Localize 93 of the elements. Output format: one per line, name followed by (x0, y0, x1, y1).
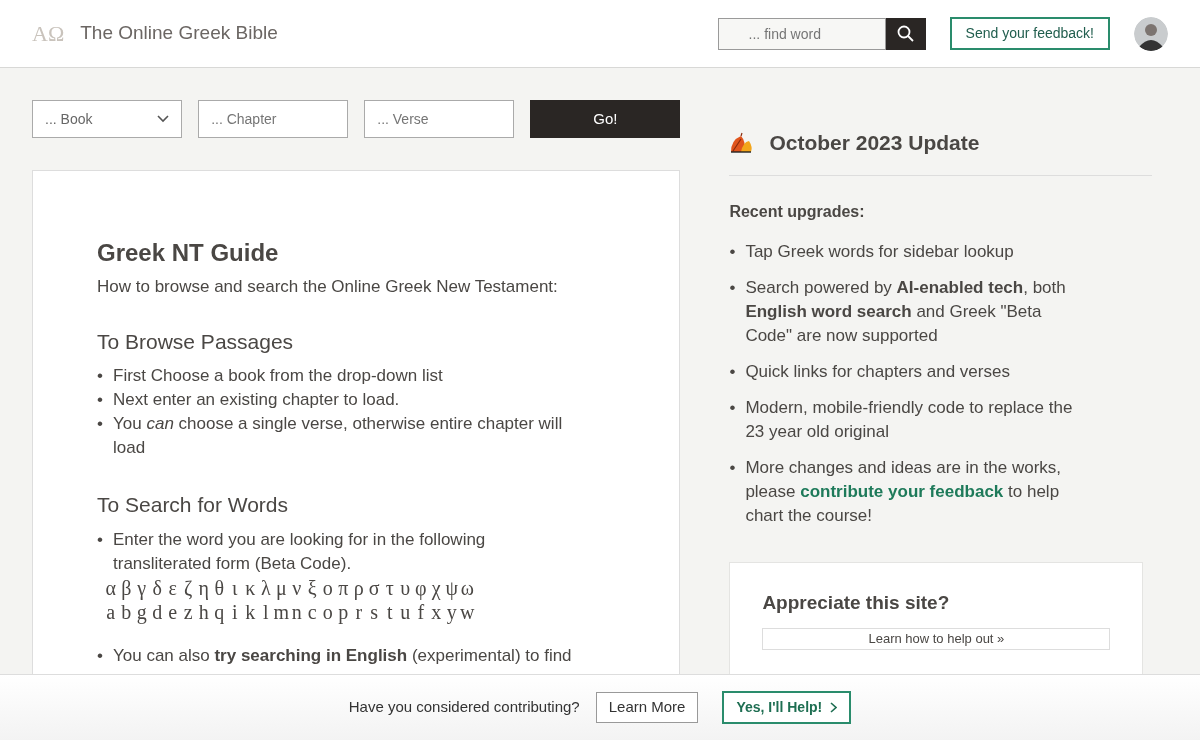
list-item: You can choose a single verse, otherwise entire chapter will load (113, 413, 564, 460)
list-item: Quick links for chapters and verses (745, 361, 1010, 384)
greek-letter: ι (231, 575, 239, 600)
intro-text: How to browse and search the Online Greek New Testament: (97, 275, 559, 298)
section-heading: To Search for Words (97, 492, 290, 518)
greek-letter: δ (151, 575, 163, 600)
greek-letter: π (337, 575, 350, 600)
caret-icon (157, 115, 169, 123)
list-item: Search powered by AI-enabled tech, both English word search and Greek "Beta Code" are now supported (745, 277, 1067, 348)
bullet: • (97, 644, 104, 667)
beta-letter: h (197, 600, 210, 624)
beta-letter: y (445, 600, 458, 624)
beta-letter: i (230, 599, 239, 624)
bullet: • (97, 413, 104, 436)
bullet: • (97, 528, 104, 551)
greek-letter: σ (367, 575, 381, 600)
search-icon (897, 25, 915, 42)
bullet: • (729, 457, 737, 480)
feedback-link[interactable]: contribute your feedback (800, 482, 1004, 502)
list-item: First Choose a book from the drop-down list (113, 365, 443, 388)
bullet: • (729, 241, 737, 264)
greek-letter: ξ (306, 575, 318, 600)
beta-letter: x (430, 600, 443, 624)
feedback-button[interactable]: Send your feedback! (949, 17, 1110, 50)
chevron-icon (830, 702, 838, 713)
beta-letter: o (321, 599, 334, 624)
greek-letter: μ (274, 575, 288, 600)
beta-letter: z (182, 599, 194, 624)
section-label: Recent upgrades: (729, 202, 866, 223)
greek-letter: ν (291, 575, 303, 600)
beta-letter: d (151, 599, 164, 624)
chapter-field[interactable]: ... Chapter (198, 100, 349, 138)
site-title[interactable]: The Online Greek Bible (80, 19, 278, 48)
bullet: • (97, 365, 104, 388)
beta-letter: n (290, 599, 303, 624)
beta-letter: a (105, 599, 117, 624)
beta-letter: q (213, 599, 226, 624)
beta-letter: p (337, 599, 350, 624)
verse-field[interactable]: ... Verse (364, 100, 515, 138)
bullet: • (729, 397, 737, 420)
beta-letter: s (369, 599, 380, 624)
avatar[interactable] (1134, 16, 1168, 51)
list-item: Tap Greek words for sidebar lookup (745, 241, 1014, 264)
beta-letter: u (399, 599, 412, 624)
learn-more-button[interactable]: Learn More (595, 692, 699, 723)
list-item: Next enter an existing chapter to load. (113, 389, 400, 412)
beta-letter: e (167, 599, 179, 624)
greek-letter: β (120, 575, 133, 600)
greek-letter: γ (136, 575, 148, 600)
bullet: • (729, 361, 737, 384)
beta-letter: g (135, 600, 148, 624)
beta-letter: f (416, 600, 426, 624)
section-heading: To Browse Passages (97, 329, 295, 355)
greek-letter: ζ (183, 575, 194, 600)
greek-letter: χ (430, 575, 442, 600)
search-field[interactable]: ... find word (717, 17, 886, 50)
greek-letter: α (104, 575, 117, 600)
greek-letter: λ (259, 575, 272, 600)
greek-letter: ψ (444, 575, 459, 600)
bullet: • (97, 389, 104, 412)
help-link[interactable]: Learn how to help out » (762, 627, 1111, 651)
greek-letter: ο (321, 575, 334, 600)
list-item: You can also try searching in English (experimental) to find (113, 644, 572, 667)
leaf-icon (729, 131, 754, 154)
greek-letter: ρ (352, 575, 365, 600)
greek-letter: τ (384, 575, 395, 600)
greek-letter: η (197, 575, 210, 600)
update-title: October 2023 Update (769, 130, 980, 156)
list-item: More changes and ideas are in the works, please contribute your feedback to help chart the course! (745, 457, 1062, 528)
beta-letter: c (306, 599, 318, 624)
greek-letter: κ (244, 575, 257, 600)
guide-title: Greek NT Guide (97, 239, 280, 268)
bullet: • (729, 277, 737, 300)
greek-letter: υ (399, 575, 412, 600)
card-title: Appreciate this site? (762, 591, 951, 616)
beta-letter: m (273, 600, 289, 624)
greek-letter: φ (413, 575, 428, 600)
contribute-question: Have you considered contributing? (348, 697, 580, 718)
go-button[interactable]: Go! (530, 100, 681, 138)
beta-letter: t (385, 599, 394, 624)
beta-letter: k (244, 599, 257, 624)
search-button[interactable] (885, 17, 926, 50)
beta-letter: l (261, 599, 270, 624)
help-button[interactable]: Yes, I'll Help! (722, 691, 852, 724)
greek-letter: θ (213, 575, 226, 600)
list-item: Modern, mobile-friendly code to replace the 23 year old original (745, 397, 1074, 444)
greek-letter: ε (167, 575, 178, 600)
beta-letter: r (354, 600, 364, 624)
beta-letter: w (459, 599, 475, 624)
greek-letter: ω (459, 575, 475, 600)
book-select[interactable]: ... Book (32, 100, 182, 138)
list-item: Enter the word you are looking for in the following transliterated form (Beta Code). (113, 528, 487, 575)
beta-letter: b (120, 600, 133, 624)
